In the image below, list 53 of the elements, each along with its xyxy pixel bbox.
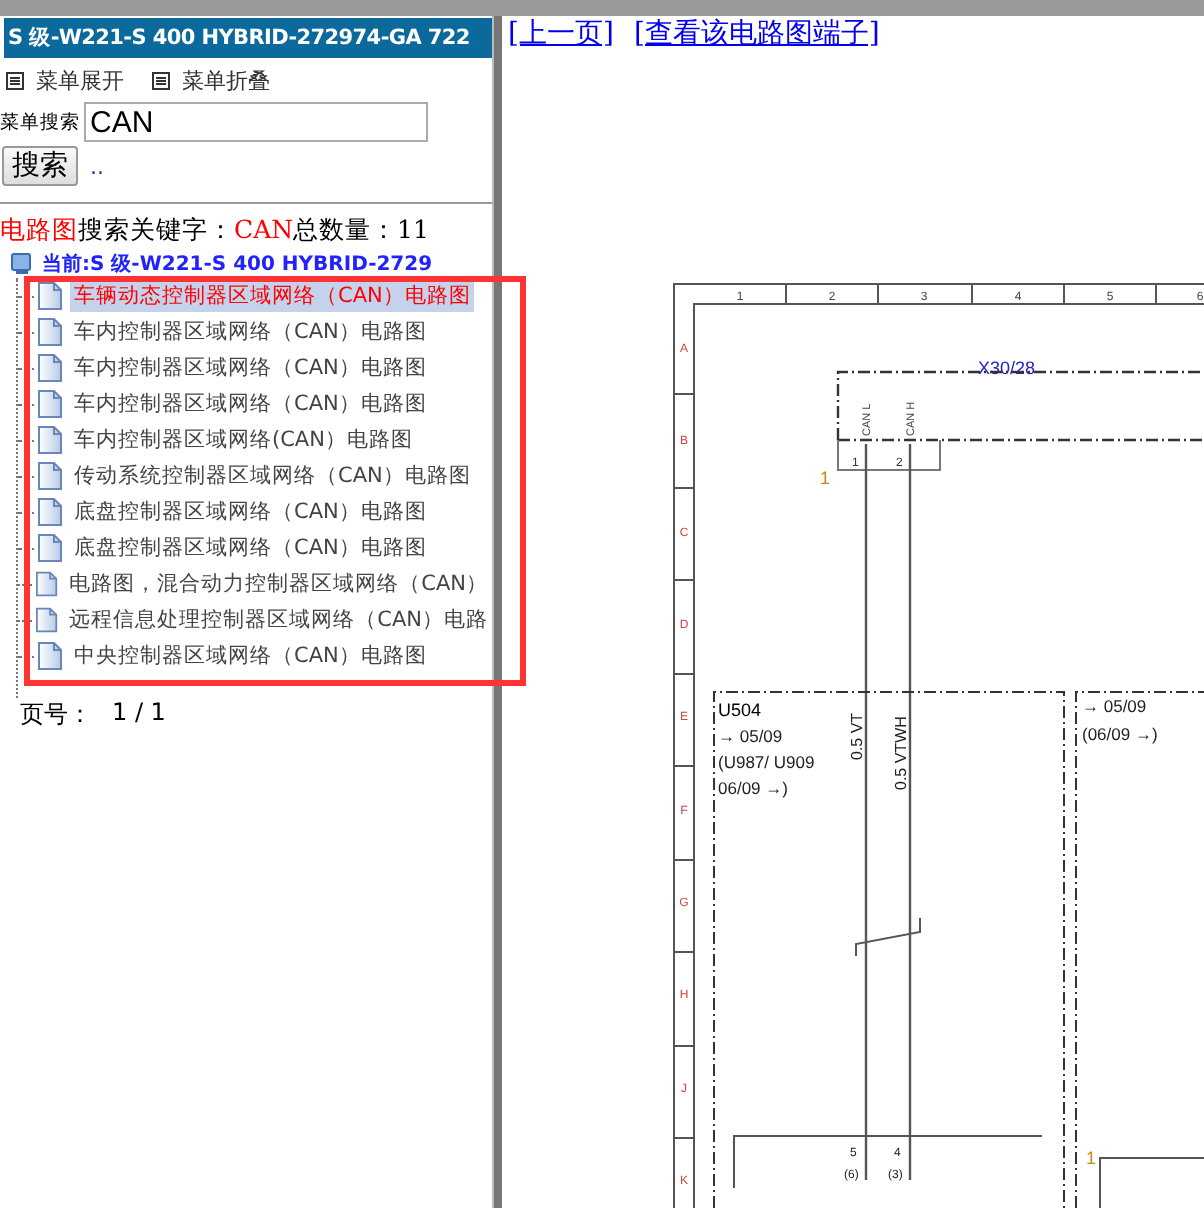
menu-toggle-link[interactable]: 菜单展开 bbox=[6, 66, 124, 96]
tree-item[interactable]: 底盘控制器区域网络（CAN）电路图 bbox=[70, 532, 431, 564]
tree-item[interactable]: 车内控制器区域网络（CAN）电路图 bbox=[70, 352, 431, 384]
count-label: 总数量： bbox=[293, 214, 398, 244]
document-icon bbox=[38, 390, 62, 418]
tree-root[interactable]: 当前:S 级-W221-S 400 HYBRID-2729 bbox=[42, 250, 433, 278]
twist-mark bbox=[855, 917, 921, 957]
search-button[interactable]: 搜索 bbox=[2, 146, 78, 186]
page-number: 1 / 1 bbox=[112, 698, 166, 730]
module-label: U504 bbox=[718, 700, 762, 720]
document-icon bbox=[38, 498, 62, 526]
tree-item[interactable]: 传动系统控制器区域网络（CAN）电路图 bbox=[70, 460, 475, 492]
tree-item[interactable]: 中央控制器区域网络（CAN）电路图 bbox=[70, 640, 431, 672]
window-title: S 级-W221-S 400 HYBRID-272974-GA 722 bbox=[4, 18, 492, 58]
document-icon bbox=[36, 570, 58, 598]
document-icon bbox=[38, 462, 62, 490]
nav-link[interactable]: [查看该电路图端子] bbox=[633, 16, 880, 60]
document-icon bbox=[36, 606, 58, 634]
pin-block bbox=[837, 439, 941, 471]
wire-label: 0.5 VT bbox=[848, 712, 866, 760]
wire-label: 0.5 VTWH bbox=[892, 716, 910, 790]
document-icon bbox=[38, 318, 62, 346]
tree-item[interactable]: 底盘控制器区域网络（CAN）电路图 bbox=[70, 496, 431, 528]
tree-item[interactable]: 电路图，混合动力控制器区域网络（CAN） bbox=[65, 568, 492, 600]
keyword-label: 搜索关键字： bbox=[78, 214, 234, 244]
tree-item[interactable]: 车内控制器区域网络（CAN）电路图 bbox=[70, 388, 431, 420]
document-icon bbox=[38, 642, 62, 670]
page-label: 页号： bbox=[20, 698, 92, 732]
search-field[interactable]: CAN bbox=[84, 102, 428, 142]
module-reference: → 05/09 bbox=[1082, 696, 1147, 716]
count-value: 11 bbox=[397, 214, 429, 244]
tree-item[interactable]: 远程信息处理控制器区域网络（CAN）电路 bbox=[65, 604, 492, 636]
document-icon bbox=[38, 534, 62, 562]
reference-number: 1 bbox=[820, 468, 831, 488]
module-reference: → 05/09 bbox=[718, 726, 783, 746]
module-reference: (U987/ U909 bbox=[718, 752, 815, 772]
more-text: .. bbox=[90, 153, 104, 179]
category-label: 电路图 bbox=[0, 214, 78, 244]
nav-link[interactable]: [上一页] bbox=[508, 16, 614, 60]
tree-item[interactable]: 车内控制器区域网络（CAN）电路图 bbox=[70, 316, 431, 348]
menu-toggle-link[interactable]: 菜单折叠 bbox=[152, 66, 270, 96]
tree-item[interactable]: 车内控制器区域网络(CAN）电路图 bbox=[70, 424, 417, 456]
list-icon bbox=[6, 72, 24, 90]
module-reference: (06/09 →) bbox=[1082, 724, 1158, 744]
keyword-value: CAN bbox=[234, 214, 294, 244]
document-icon bbox=[38, 426, 62, 454]
module-reference: 06/09 →) bbox=[718, 778, 788, 798]
computer-icon bbox=[10, 252, 34, 276]
list-icon bbox=[152, 72, 170, 90]
document-icon bbox=[38, 282, 62, 310]
reference-number: 1 bbox=[1086, 1148, 1097, 1168]
document-icon bbox=[38, 354, 62, 382]
search-label: 菜单搜索 bbox=[0, 109, 80, 135]
